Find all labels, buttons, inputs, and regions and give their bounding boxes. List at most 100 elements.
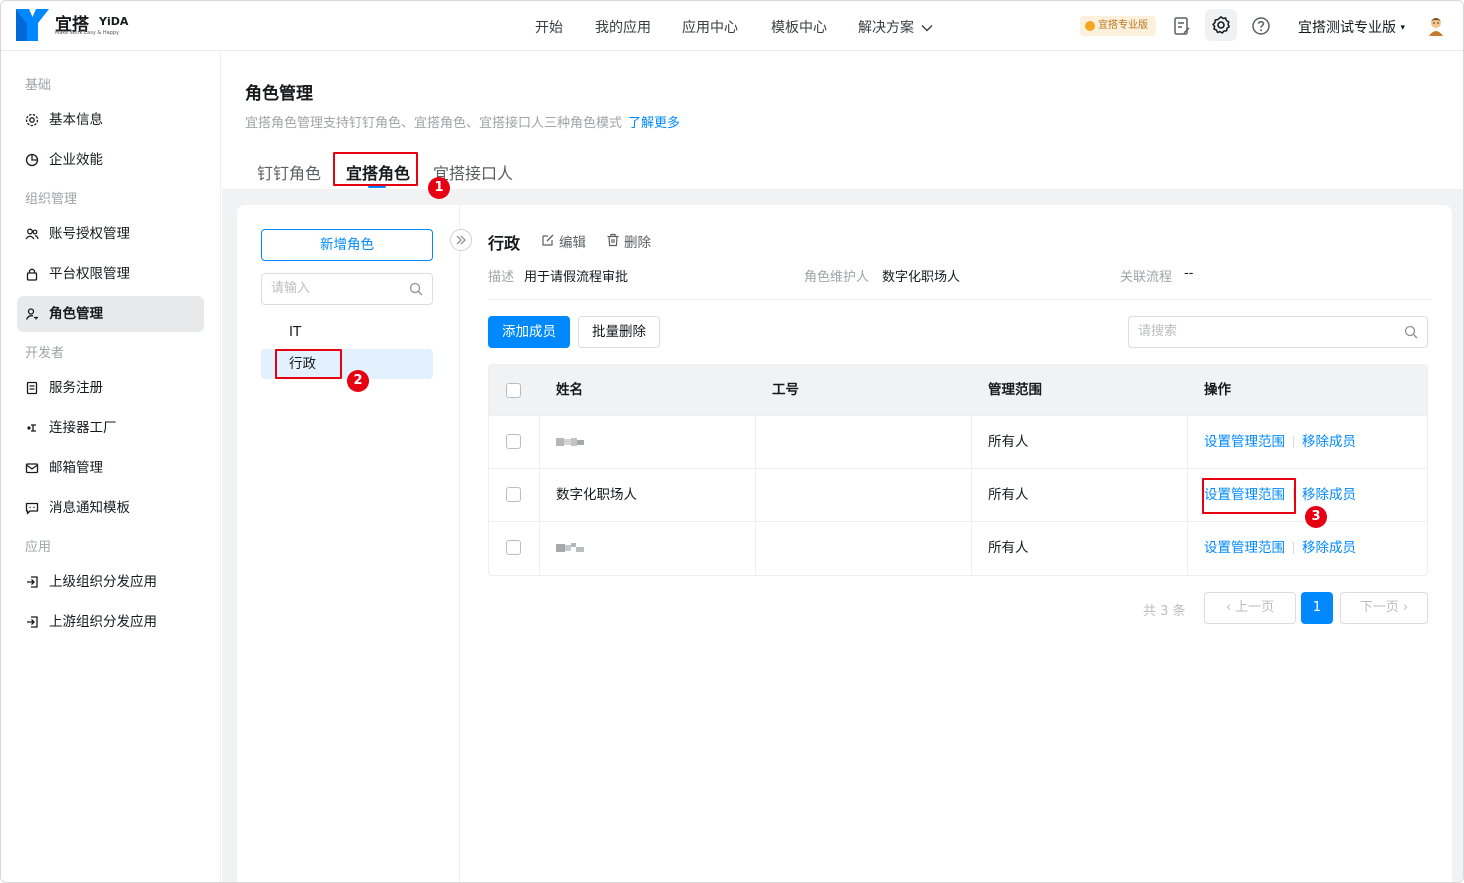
sidebar-item-efficiency[interactable]: 企业效能 [17,142,204,178]
nav-my-apps[interactable]: 我的应用 [595,17,651,37]
row-checkbox[interactable] [506,540,521,555]
batch-delete-button[interactable]: 批量删除 [578,316,660,348]
member-id [756,522,972,575]
edit-note-icon[interactable] [1169,13,1195,39]
help-icon[interactable] [1248,13,1274,39]
divider [488,299,1432,300]
collapse-panel-button[interactable] [450,229,472,251]
sidebar-item-connector-factory[interactable]: 连接器工厂 [17,410,204,446]
add-role-button[interactable]: 新增角色 [261,229,433,261]
page-description: 宜搭角色管理支持钉钉角色、宜搭角色、宜搭接口人三种角色模式 了解更多 [245,112,680,131]
caret-down-icon: ▾ [1400,23,1405,33]
yida-logo-icon[interactable] [16,9,49,41]
double-chevron-right-icon [456,235,466,245]
search-icon [409,282,423,296]
search-icon [1404,325,1418,339]
gear-icon [1212,16,1230,34]
role-search-input[interactable]: 请输入 [261,273,433,305]
next-page-button[interactable]: 下一页 › [1340,592,1428,624]
remove-member-link[interactable]: 移除成员 [1302,487,1356,503]
sidebar-item-basic-info[interactable]: 基本信息 [17,102,204,138]
sidebar-group-org: 组织管理 [25,192,78,207]
logo-text-en: YiDA [99,15,129,28]
role-list-panel: 新增角色 请输入 IT 行政 2 [237,205,460,882]
sidebar-item-label: 企业效能 [49,152,103,168]
gear-icon [25,113,39,127]
org-name-label: 宜搭测试专业版 [1298,20,1396,36]
row-checkbox-cell [489,522,540,575]
member-actions: 设置管理范围 移除成员 [1188,416,1427,468]
member-id [756,416,972,468]
row-checkbox[interactable] [506,487,521,502]
column-header-scope: 管理范围 [988,382,1042,398]
annotation-badge-2: 2 [347,370,369,392]
sidebar-item-upstream-org-apps[interactable]: 上游组织分发应用 [17,604,204,640]
flow-label: 关联流程 [1120,270,1173,285]
nav-app-center[interactable]: 应用中心 [682,17,738,37]
app-window: 宜搭 YiDA Make Work Easy & Happy 开始 我的应用 应… [0,0,1464,883]
highlight-box-1 [333,152,418,186]
remove-member-link[interactable]: 移除成员 [1302,434,1356,450]
add-member-button[interactable]: 添加成员 [488,316,570,348]
chevron-right-icon: › [1402,600,1409,615]
trash-icon [607,233,619,247]
remove-member-link[interactable]: 移除成员 [1302,540,1356,556]
member-name-cell [540,522,756,575]
edit-role-button[interactable]: 编辑 [541,231,586,251]
sidebar-item-msg-template[interactable]: 消息通知模板 [17,490,204,526]
sidebar-item-mail-mgmt[interactable]: 邮箱管理 [17,450,204,486]
sidebar-item-service-reg[interactable]: 服务注册 [17,370,204,406]
page-number-current[interactable]: 1 [1301,592,1333,624]
page-header: 角色管理 宜搭角色管理支持钉钉角色、宜搭角色、宜搭接口人三种角色模式 了解更多 钉… [222,52,1463,199]
sidebar-item-label: 上级组织分发应用 [49,574,157,590]
nav-solutions[interactable]: 解决方案 [858,17,933,37]
column-header-actions: 操作 [1204,382,1231,398]
role-item-it[interactable]: IT [261,317,433,347]
member-search-input[interactable]: 请搜索 [1128,316,1428,348]
main-content: 角色管理 宜搭角色管理支持钉钉角色、宜搭角色、宜搭接口人三种角色模式 了解更多 钉… [222,52,1463,882]
set-scope-link[interactable]: 设置管理范围 [1204,540,1285,556]
divider [1293,542,1294,554]
sidebar-group-dev: 开发者 [25,346,65,361]
set-scope-link[interactable]: 设置管理范围 [1204,434,1285,450]
delete-role-button[interactable]: 删除 [606,231,651,251]
settings-button[interactable] [1205,9,1237,41]
connector-icon [27,424,36,432]
highlight-box-2 [275,349,342,379]
sidebar-item-label: 账号授权管理 [49,226,130,242]
learn-more-link[interactable]: 了解更多 [628,116,680,131]
member-id [756,469,972,521]
sidebar-item-parent-org-apps[interactable]: 上级组织分发应用 [17,564,204,600]
nav-template-center[interactable]: 模板中心 [771,17,827,37]
page-description-text: 宜搭角色管理支持钉钉角色、宜搭角色、宜搭接口人三种角色模式 [245,116,623,131]
avatar[interactable] [1425,15,1447,37]
sidebar-item-account-auth[interactable]: 账号授权管理 [17,216,204,252]
tab-dingtalk-role[interactable]: 钉钉角色 [257,160,321,184]
maintainer-label: 角色维护人 [804,270,870,285]
select-all-checkbox[interactable] [506,383,521,398]
table-header-row: 姓名 工号 管理范围 操作 [489,365,1427,416]
chevron-left-icon: ‹ [1225,600,1232,615]
role-search-placeholder: 请输入 [271,281,311,296]
prev-page-button[interactable]: ‹ 上一页 [1204,592,1296,624]
annotation-badge-3: 3 [1305,506,1327,528]
sidebar-item-role-mgmt[interactable]: 角色管理 [17,296,204,332]
sidebar-item-label: 消息通知模板 [49,500,130,516]
chevron-down-icon [921,25,933,32]
annotation-badge-1: 1 [428,177,450,199]
lock-icon [26,268,38,281]
pro-edition-badge[interactable]: 宜搭专业版 [1080,16,1156,36]
user-key-icon [25,308,38,320]
sidebar-item-label: 角色管理 [49,306,103,322]
row-checkbox[interactable] [506,434,521,449]
login-icon [27,616,38,628]
nav-start[interactable]: 开始 [535,17,563,37]
table-row: 所有人 设置管理范围 移除成员 [489,522,1427,575]
org-switcher[interactable]: 宜搭测试专业版 ▾ [1298,17,1405,37]
member-scope: 所有人 [972,469,1188,521]
sidebar-item-platform-perm[interactable]: 平台权限管理 [17,256,204,292]
prev-page-label: 上一页 [1235,600,1275,615]
sidebar-item-label: 连接器工厂 [49,420,117,436]
edit-icon [542,234,554,246]
delete-role-label: 删除 [624,235,651,251]
